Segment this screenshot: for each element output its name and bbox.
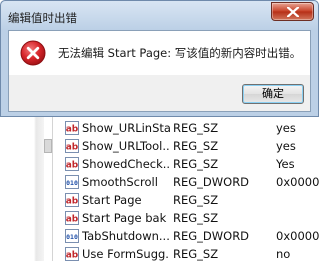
registry-value-type: REG_DWORD — [173, 175, 250, 189]
error-message: 无法编辑 Start Page: 写该值的新内容时出错。 — [58, 46, 302, 60]
svg-text:010: 010 — [66, 233, 78, 241]
registry-value-list: abShow_URLinSta...REG_SZyesabShow_URLToo… — [0, 117, 319, 261]
string-value-icon: ab — [65, 139, 79, 153]
svg-text:ab: ab — [66, 125, 79, 135]
registry-row[interactable]: ab ShowedCheck... REG_SZ Yes — [53, 155, 319, 173]
string-value-icon: ab — [65, 211, 79, 225]
svg-text:ab: ab — [66, 143, 79, 153]
error-dialog: 编辑值时出错 无法编辑 Start Page: 写该值的新内容时出错。 确定 — [0, 0, 319, 117]
registry-value-name: Show_URLinSta... — [82, 121, 170, 135]
registry-value-name: ShowedCheck... — [82, 157, 170, 171]
registry-value-data: Yes — [276, 157, 295, 171]
binary-value-icon: 010 — [65, 229, 79, 243]
svg-text:ab: ab — [66, 251, 79, 261]
string-value-icon: ab — [65, 157, 79, 171]
dialog-title: 编辑值时出错 — [8, 11, 77, 25]
svg-text:010: 010 — [66, 179, 78, 187]
registry-value-data: no — [276, 247, 291, 261]
registry-row[interactable]: ab Start Page REG_SZ — [53, 191, 319, 209]
registry-row[interactable]: ab Start Page bak REG_SZ — [53, 209, 319, 227]
registry-row[interactable]: ab Show_URLTool... REG_SZ yes — [53, 137, 319, 155]
string-value-icon: ab — [65, 247, 79, 261]
registry-row[interactable]: ab Use FormSugg... REG_SZ no — [53, 245, 319, 261]
registry-value-type: REG_SZ — [173, 193, 219, 207]
dialog-body: 无法编辑 Start Page: 写该值的新内容时出错。 确定 — [8, 30, 311, 112]
registry-value-name: SmoothScroll — [82, 175, 158, 189]
registry-value-type: REG_SZ — [173, 211, 219, 225]
ok-button[interactable]: 确定 — [242, 84, 304, 104]
registry-value-data: yes — [276, 139, 296, 153]
tree-pane-edge — [0, 117, 44, 261]
string-value-icon: ab — [65, 121, 79, 135]
close-button[interactable] — [271, 2, 314, 21]
registry-value-name: Use FormSugg... — [82, 247, 170, 261]
registry-value-data: 0x000000 — [276, 175, 319, 189]
svg-text:ab: ab — [66, 197, 79, 207]
registry-value-type: REG_DWORD — [173, 229, 250, 243]
registry-value-type: REG_SZ — [173, 247, 219, 261]
binary-value-icon: 010 — [65, 175, 79, 189]
registry-value-name: Start Page — [82, 193, 142, 207]
registry-value-name: Start Page bak — [82, 211, 167, 225]
registry-value-type: REG_SZ — [173, 121, 219, 135]
registry-value-data: yes — [276, 121, 296, 135]
dialog-title-bar[interactable]: 编辑值时出错 — [1, 1, 318, 30]
dialog-content: 无法编辑 Start Page: 写该值的新内容时出错。 — [9, 31, 310, 75]
registry-row[interactable]: abShow_URLinSta...REG_SZ yes — [53, 119, 319, 137]
scrollbar-thumb[interactable] — [44, 139, 52, 153]
registry-row[interactable]: 010 SmoothScroll REG_DWORD 0x000000 — [53, 173, 319, 191]
svg-text:ab: ab — [66, 161, 79, 171]
registry-value-name: Show_URLTool... — [82, 139, 170, 153]
registry-value-data: 0x000000 — [276, 229, 319, 243]
string-value-icon: ab — [65, 193, 79, 207]
close-icon — [287, 7, 299, 17]
registry-value-name: TabShutdown... — [82, 229, 170, 243]
svg-text:ab: ab — [66, 215, 79, 225]
registry-value-type: REG_SZ — [173, 139, 219, 153]
registry-row[interactable]: 010 TabShutdown...REG_DWORD 0x000000 — [53, 227, 319, 245]
registry-value-type: REG_SZ — [173, 157, 219, 171]
error-icon — [20, 40, 46, 66]
